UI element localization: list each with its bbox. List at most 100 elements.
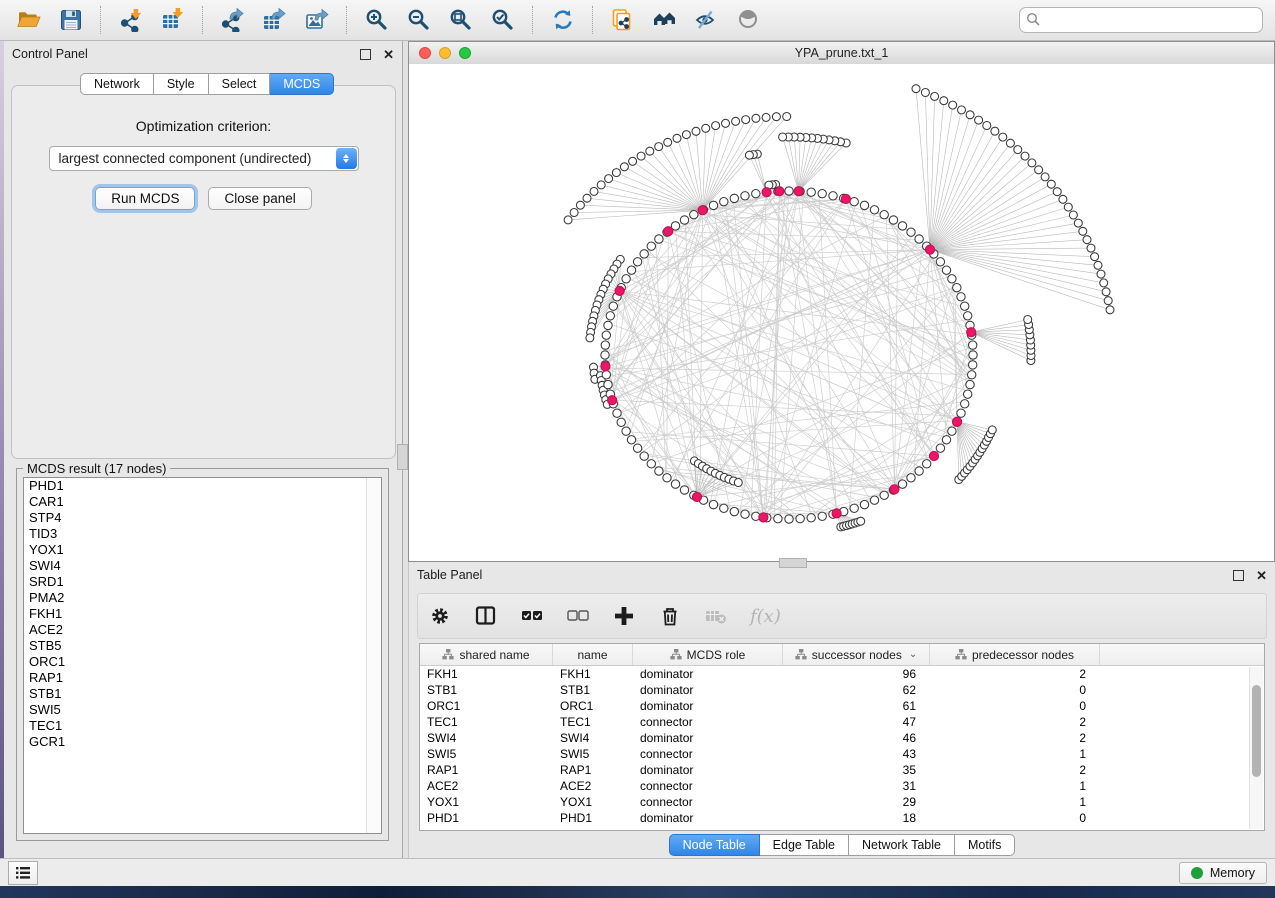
network-node[interactable] — [627, 266, 635, 274]
cell-predecessor-nodes[interactable]: 1 — [930, 795, 1100, 809]
network-node[interactable] — [969, 361, 977, 369]
task-history-button[interactable] — [8, 861, 38, 885]
network-node[interactable] — [961, 302, 969, 310]
network-node[interactable] — [655, 235, 663, 243]
network-node[interactable] — [957, 293, 965, 301]
table-row[interactable]: ORC1ORC1dominator610 — [420, 698, 1264, 714]
table-row[interactable]: YOX1YOX1connector291 — [420, 794, 1264, 810]
network-node[interactable] — [1100, 279, 1108, 287]
column-header-predecessor-nodes[interactable]: predecessor nodes — [930, 644, 1100, 665]
mcds-result-item[interactable]: RAP1 — [24, 670, 381, 686]
network-node[interactable] — [948, 275, 956, 283]
mcds-dominator-node[interactable] — [794, 187, 803, 196]
zoom-selected-button[interactable] — [482, 2, 524, 38]
mcds-result-item[interactable]: YOX1 — [24, 542, 381, 558]
network-node[interactable] — [622, 427, 630, 435]
mcds-result-item[interactable]: TEC1 — [24, 718, 381, 734]
cell-name[interactable]: FKH1 — [553, 667, 633, 681]
memory-button[interactable]: Memory — [1179, 862, 1267, 884]
mcds-dominator-node[interactable] — [698, 206, 707, 215]
table-row[interactable]: ACE2ACE2connector311 — [420, 778, 1264, 794]
cell-name[interactable]: SWI4 — [553, 731, 633, 745]
network-node[interactable] — [1014, 146, 1022, 154]
network-node[interactable] — [640, 250, 648, 258]
network-node[interactable] — [961, 400, 969, 408]
zoom-out-button[interactable] — [398, 2, 440, 38]
network-node[interactable] — [576, 201, 584, 209]
add-button[interactable] — [612, 604, 636, 628]
network-node[interactable] — [964, 390, 972, 398]
network-node[interactable] — [880, 211, 888, 219]
export-image-button[interactable] — [296, 2, 338, 38]
mcds-result-item[interactable]: ACE2 — [24, 622, 381, 638]
network-node[interactable] — [601, 351, 609, 359]
mcds-result-item[interactable]: FKH1 — [24, 606, 381, 622]
network-node[interactable] — [880, 491, 888, 499]
network-node[interactable] — [762, 113, 770, 121]
deselect-all-button[interactable] — [566, 604, 590, 628]
cell-successor-nodes[interactable]: 35 — [783, 763, 930, 777]
network-node[interactable] — [627, 436, 635, 444]
float-panel-icon[interactable] — [360, 49, 371, 60]
network-node[interactable] — [690, 211, 698, 219]
cell-shared-name[interactable]: SWI4 — [420, 731, 553, 745]
table-row[interactable]: PHD1PHD1dominator180 — [420, 810, 1264, 826]
network-node[interactable] — [1094, 261, 1102, 269]
close-table-panel-icon[interactable]: ✕ — [1256, 571, 1267, 580]
cell-successor-nodes[interactable]: 31 — [783, 779, 930, 793]
network-node[interactable] — [633, 444, 641, 452]
mcds-dominator-node[interactable] — [925, 245, 934, 254]
network-node[interactable] — [921, 89, 929, 97]
network-node[interactable] — [637, 152, 645, 160]
cell-name[interactable]: TEC1 — [553, 715, 633, 729]
network-node[interactable] — [1064, 203, 1072, 211]
network-node[interactable] — [732, 117, 740, 125]
network-node[interactable] — [1083, 236, 1091, 244]
list-scrollbar[interactable] — [366, 478, 381, 833]
columns-button[interactable] — [474, 604, 498, 628]
cell-MCDS-role[interactable]: dominator — [633, 667, 783, 681]
tab-network[interactable]: Network — [80, 73, 154, 95]
tab-node-table[interactable]: Node Table — [669, 834, 760, 856]
tab-style[interactable]: Style — [154, 73, 209, 95]
table-row[interactable]: SWI5SWI5connector431 — [420, 746, 1264, 762]
cell-shared-name[interactable]: RAP1 — [420, 763, 553, 777]
mcds-dominator-node[interactable] — [775, 187, 784, 196]
network-node[interactable] — [586, 334, 594, 342]
network-node[interactable] — [785, 515, 793, 523]
select-all-button[interactable] — [520, 604, 544, 628]
cell-successor-nodes[interactable]: 62 — [783, 683, 930, 697]
network-node[interactable] — [942, 436, 950, 444]
cell-predecessor-nodes[interactable]: 2 — [930, 667, 1100, 681]
mcds-result-item[interactable]: STP4 — [24, 510, 381, 526]
network-node[interactable] — [860, 201, 868, 209]
network-node[interactable] — [620, 163, 628, 171]
network-node[interactable] — [583, 194, 591, 202]
tab-edge-table[interactable]: Edge Table — [760, 834, 849, 856]
network-node[interactable] — [796, 515, 804, 523]
tab-select[interactable]: Select — [209, 73, 271, 95]
network-node[interactable] — [958, 106, 966, 114]
network-node[interactable] — [991, 127, 999, 135]
cell-name[interactable]: ORC1 — [553, 699, 633, 713]
table-row[interactable]: STB1STB1dominator620 — [420, 682, 1264, 698]
network-node[interactable] — [655, 467, 663, 475]
network-node[interactable] — [570, 209, 578, 217]
network-node[interactable] — [663, 474, 671, 482]
network-node[interactable] — [671, 480, 679, 488]
network-node[interactable] — [1006, 139, 1014, 147]
cell-MCDS-role[interactable]: dominator — [633, 683, 783, 697]
clone-network-button[interactable] — [602, 2, 644, 38]
mcds-result-item[interactable]: PMA2 — [24, 590, 381, 606]
cell-successor-nodes[interactable]: 61 — [783, 699, 930, 713]
mcds-result-list[interactable]: PHD1CAR1STP4TID3YOX1SWI4SRD1PMA2FKH1ACE2… — [23, 477, 382, 834]
network-node[interactable] — [741, 192, 749, 200]
network-node[interactable] — [1041, 173, 1049, 181]
hide-eye-button[interactable] — [686, 2, 728, 38]
network-node[interactable] — [931, 92, 939, 100]
network-node[interactable] — [629, 157, 637, 165]
network-node[interactable] — [1091, 253, 1099, 261]
cell-successor-nodes[interactable]: 96 — [783, 667, 930, 681]
cell-MCDS-role[interactable]: connector — [633, 747, 783, 761]
network-node[interactable] — [640, 452, 648, 460]
